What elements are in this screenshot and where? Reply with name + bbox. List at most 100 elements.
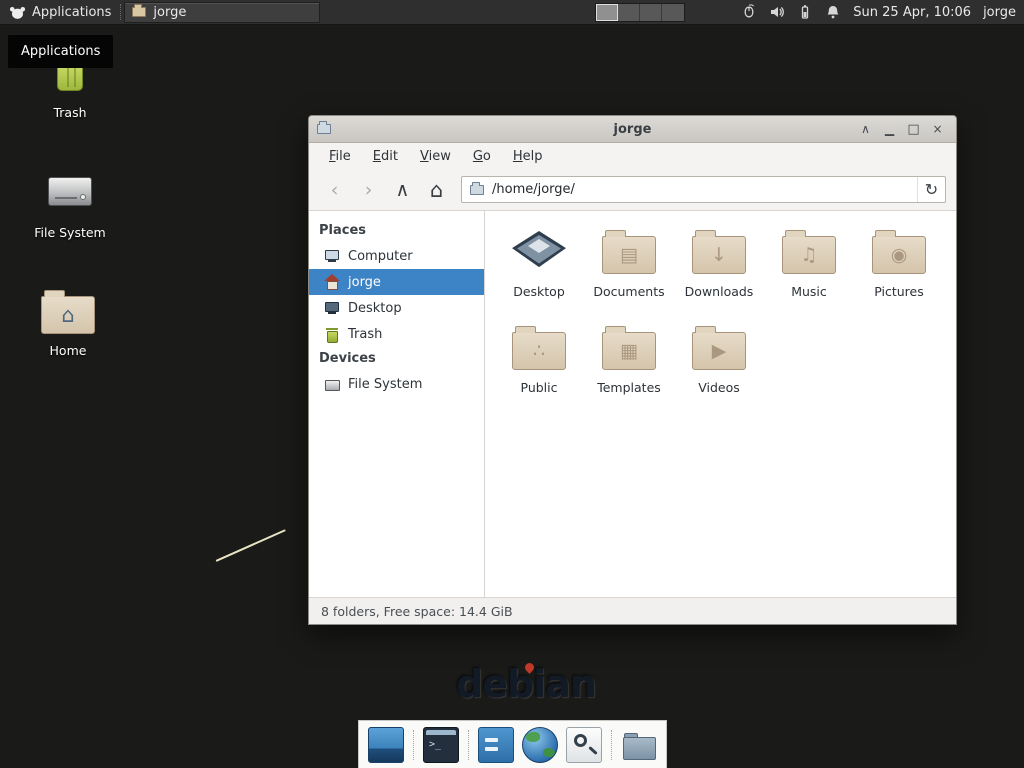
drive-icon [324, 376, 340, 392]
sidebar-item-label: jorge [348, 275, 381, 290]
sidebar-item-trash[interactable]: Trash [309, 321, 484, 347]
panel-separator [120, 4, 121, 20]
desktop-icon-home[interactable]: ⌂ Home [21, 288, 115, 358]
dock-separator [413, 730, 414, 760]
file-label: Videos [698, 380, 740, 395]
dock-separator [468, 730, 469, 760]
sidebar-item-computer[interactable]: Computer [309, 243, 484, 269]
file-item-downloads[interactable]: ↓ Downloads [674, 223, 764, 319]
drive-icon [46, 168, 94, 216]
statusbar: 8 folders, Free space: 14.4 GiB [309, 597, 956, 624]
user-menu[interactable]: jorge [983, 5, 1016, 20]
dock-launcher-panel[interactable] [478, 727, 514, 763]
dock-launcher-browser[interactable] [522, 727, 558, 763]
sidebar-item-label: Desktop [348, 301, 402, 316]
folder-icon [132, 7, 146, 17]
address-text[interactable]: /home/jorge/ [492, 182, 909, 197]
file-label: Desktop [513, 284, 565, 299]
shade-button[interactable]: ∧ [855, 119, 876, 140]
home-button[interactable]: ⌂ [421, 176, 452, 204]
sidebar-item-label: File System [348, 377, 422, 392]
folder-icon [470, 185, 484, 195]
dock-launcher-appfinder[interactable] [566, 727, 602, 763]
sidebar-item-jorge[interactable]: jorge [309, 269, 484, 295]
desktop: Applications jorge [0, 0, 1024, 768]
dock-separator [611, 730, 612, 760]
downloads-emblem-icon: ↓ [693, 237, 745, 273]
address-bar[interactable]: /home/jorge/ ↻ [461, 176, 946, 203]
file-item-pictures[interactable]: ◉ Pictures [854, 223, 944, 319]
desktop-icon [324, 300, 340, 316]
clock[interactable]: Sun 25 Apr, 10:06 [853, 5, 971, 20]
computer-icon [324, 248, 340, 264]
dock-launcher-terminal[interactable] [423, 727, 459, 763]
window-body: Places Computer jorge Desktop Trash [309, 211, 956, 597]
dock-launcher-filemanager[interactable] [621, 727, 657, 763]
status-text: 8 folders, Free space: 14.4 GiB [321, 604, 513, 619]
taskbar-window-label: jorge [153, 5, 186, 20]
maximize-button[interactable]: □ [903, 119, 924, 140]
workspace-1[interactable] [596, 4, 618, 21]
workspace-4[interactable] [662, 4, 684, 21]
desktop-icon-label: Trash [53, 105, 86, 120]
file-item-templates[interactable]: ▦ Templates [584, 319, 674, 415]
templates-emblem-icon: ▦ [603, 333, 655, 369]
desktop-folder-icon [511, 228, 567, 274]
file-item-desktop[interactable]: Desktop [494, 223, 584, 319]
reload-button[interactable]: ↻ [917, 177, 945, 202]
battery-icon[interactable] [797, 4, 813, 20]
sidebar-item-desktop[interactable]: Desktop [309, 295, 484, 321]
minimize-button[interactable]: ▁ [879, 119, 900, 140]
folder-icon: ∴ [512, 332, 566, 370]
workspace-2[interactable] [618, 4, 640, 21]
file-item-music[interactable]: ♫ Music [764, 223, 854, 319]
notifications-bell-icon[interactable] [825, 4, 841, 20]
dock-launcher-desktop[interactable] [368, 727, 404, 763]
file-item-documents[interactable]: ▤ Documents [584, 223, 674, 319]
menu-help[interactable]: Help [503, 146, 553, 167]
window-controls: ∧ ▁ □ × [855, 119, 948, 140]
forward-button[interactable]: › [353, 176, 384, 204]
window-titlebar[interactable]: jorge ∧ ▁ □ × [309, 116, 956, 143]
folder-icon: ▶ [692, 332, 746, 370]
workspace-3[interactable] [640, 4, 662, 21]
back-button[interactable]: ‹ [319, 176, 350, 204]
file-label: Templates [597, 380, 661, 395]
desktop-icon-filesystem[interactable]: File System [23, 168, 117, 240]
debian-logo: debian [456, 662, 596, 706]
close-button[interactable]: × [927, 119, 948, 140]
workspace-pager [595, 3, 685, 22]
folder-icon: ◉ [872, 236, 926, 274]
sidebar: Places Computer jorge Desktop Trash [309, 211, 485, 597]
mouse-device-icon[interactable] [741, 4, 757, 20]
menu-edit[interactable]: Edit [363, 146, 408, 167]
menu-view[interactable]: View [410, 146, 461, 167]
menu-file[interactable]: File [319, 146, 361, 167]
file-grid: Desktop ▤ Documents ↓ [486, 211, 956, 597]
applications-menu-button[interactable]: Applications [0, 0, 120, 24]
tooltip-text: Applications [21, 44, 100, 59]
panel-tray-area: Sun 25 Apr, 10:06 jorge [595, 0, 1024, 24]
file-item-videos[interactable]: ▶ Videos [674, 319, 764, 415]
videos-emblem-icon: ▶ [693, 333, 745, 369]
file-item-public[interactable]: ∴ Public [494, 319, 584, 415]
file-manager-window: jorge ∧ ▁ □ × File Edit View Go Help ‹ ›… [308, 115, 957, 625]
taskbar-window-button[interactable]: jorge [124, 2, 320, 23]
file-label: Public [521, 380, 558, 395]
music-emblem-icon: ♫ [783, 237, 835, 273]
file-label: Pictures [874, 284, 924, 299]
applications-label: Applications [32, 5, 111, 20]
menu-go[interactable]: Go [463, 146, 501, 167]
folder-icon: ▦ [602, 332, 656, 370]
volume-icon[interactable] [769, 4, 785, 20]
up-button[interactable]: ∧ [387, 176, 418, 204]
xfce-logo-icon [9, 5, 26, 20]
pictures-emblem-icon: ◉ [873, 237, 925, 273]
sidebar-item-label: Trash [348, 327, 382, 342]
sidebar-item-label: Computer [348, 249, 413, 264]
magnifier-icon [574, 734, 587, 747]
sidebar-item-filesystem[interactable]: File System [309, 371, 484, 397]
desktop-icon-label: File System [34, 225, 106, 240]
folder-icon: ▤ [602, 236, 656, 274]
home-icon [324, 274, 340, 290]
